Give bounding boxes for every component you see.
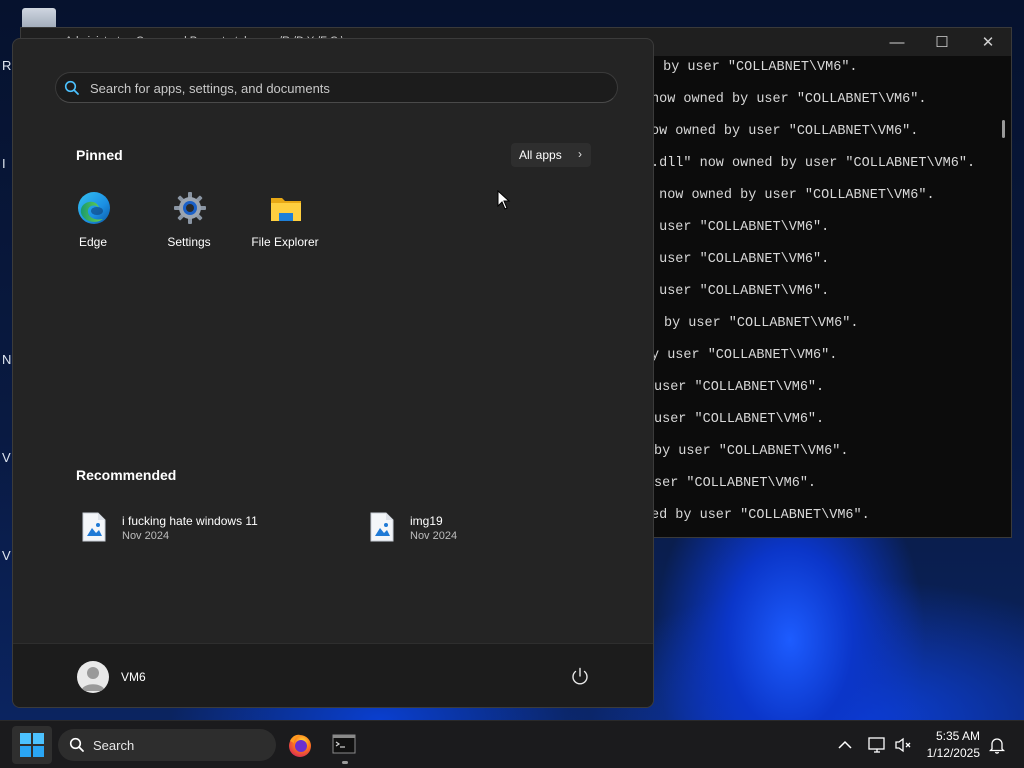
recommended-file-name: i fucking hate windows 11 (122, 514, 258, 528)
terminal-line: user "COLLABNET\VM6". (651, 252, 830, 267)
command-prompt-icon[interactable] (326, 727, 362, 763)
terminal-line: ser "COLLABNET\VM6". (654, 476, 817, 491)
user-avatar[interactable] (77, 661, 109, 693)
taskbar-search-box[interactable]: Search (58, 729, 276, 761)
terminal-line: user "COLLABNET\VM6". (654, 380, 825, 395)
pinned-heading: Pinned (76, 147, 123, 163)
pinned-app-label: File Explorer (251, 235, 319, 249)
taskbar: Search 5:35 AM 1/12/2025 (0, 720, 1024, 768)
pinned-app-label: Edge (78, 235, 108, 249)
pinned-app-settings[interactable]: Settings (144, 185, 234, 255)
terminal-line: ow owned by user "COLLABNET\VM6". (651, 124, 919, 139)
settings-gear-icon (174, 192, 206, 224)
maximize-button[interactable]: ☐ (922, 32, 962, 54)
pinned-app-file-explorer[interactable]: File Explorer (240, 185, 330, 255)
terminal-line: user "COLLABNET\VM6". (651, 284, 830, 299)
clock-time[interactable]: 5:35 AM (900, 729, 980, 743)
all-apps-button[interactable]: All apps › (511, 143, 591, 167)
terminal-line: user "COLLABNET\VM6". (654, 412, 825, 427)
clock-date[interactable]: 1/12/2025 (900, 746, 980, 760)
search-placeholder: Search for apps, settings, and documents (90, 81, 330, 96)
pinned-app-label: Settings (167, 235, 211, 249)
terminal-line: ed by user "COLLABNET\VM6". (651, 508, 870, 523)
recommended-file-date: Nov 2024 (410, 530, 458, 542)
terminal-line: now owned by user "COLLABNET\VM6". (651, 92, 927, 107)
running-app-indicator (342, 761, 348, 764)
search-icon (64, 80, 79, 95)
desktop-label-fragment: V (2, 450, 11, 465)
search-icon (69, 737, 84, 752)
power-icon[interactable] (569, 666, 591, 688)
close-button[interactable]: ✕ (968, 32, 1008, 54)
terminal-line: y user "COLLABNET\VM6". (651, 348, 838, 363)
network-icon[interactable] (867, 735, 887, 755)
edge-icon (78, 192, 110, 224)
scrollbar-thumb[interactable] (1002, 120, 1005, 138)
desktop-label-fragment: I (2, 156, 6, 171)
start-button[interactable] (12, 726, 52, 764)
recommended-item[interactable]: img19 Nov 2024 (370, 512, 530, 552)
user-name[interactable]: VM6 (121, 670, 146, 684)
notification-bell-icon[interactable] (987, 735, 1007, 755)
windows-logo-icon (20, 733, 44, 757)
start-search-input[interactable]: Search for apps, settings, and documents (55, 72, 618, 103)
user-icon (81, 667, 105, 691)
terminal-line: by user "COLLABNET\VM6". (654, 444, 849, 459)
start-menu: Search for apps, settings, and documents… (12, 38, 654, 708)
image-file-icon (82, 512, 106, 542)
terminal-line: now owned by user "COLLABNET\VM6". (651, 188, 935, 203)
minimize-button[interactable]: — (877, 32, 917, 54)
folder-icon (271, 198, 301, 221)
chevron-right-icon: › (578, 147, 582, 161)
taskbar-search-label: Search (93, 738, 135, 753)
pinned-app-edge[interactable]: Edge (48, 185, 138, 255)
mouse-cursor-icon (497, 190, 511, 210)
desktop-label-fragment: V (2, 548, 11, 563)
firefox-icon[interactable] (282, 727, 318, 763)
terminal-line: by user "COLLABNET\VM6". (664, 316, 859, 331)
recommended-file-name: img19 (410, 514, 443, 528)
start-menu-footer: VM6 (13, 643, 653, 707)
recommended-heading: Recommended (76, 467, 177, 483)
recommended-file-date: Nov 2024 (122, 530, 170, 542)
chevron-up-icon[interactable] (835, 735, 855, 755)
recommended-item[interactable]: i fucking hate windows 11 Nov 2024 (82, 512, 322, 552)
desktop-label-fragment: R (2, 58, 12, 73)
image-file-icon (370, 512, 394, 542)
terminal-line: .dll" now owned by user "COLLABNET\VM6". (651, 156, 976, 171)
all-apps-label: All apps (519, 148, 562, 162)
terminal-line: by user "COLLABNET\VM6". (655, 60, 858, 75)
terminal-line: user "COLLABNET\VM6". (651, 220, 830, 235)
desktop-label-fragment: N (2, 352, 12, 367)
